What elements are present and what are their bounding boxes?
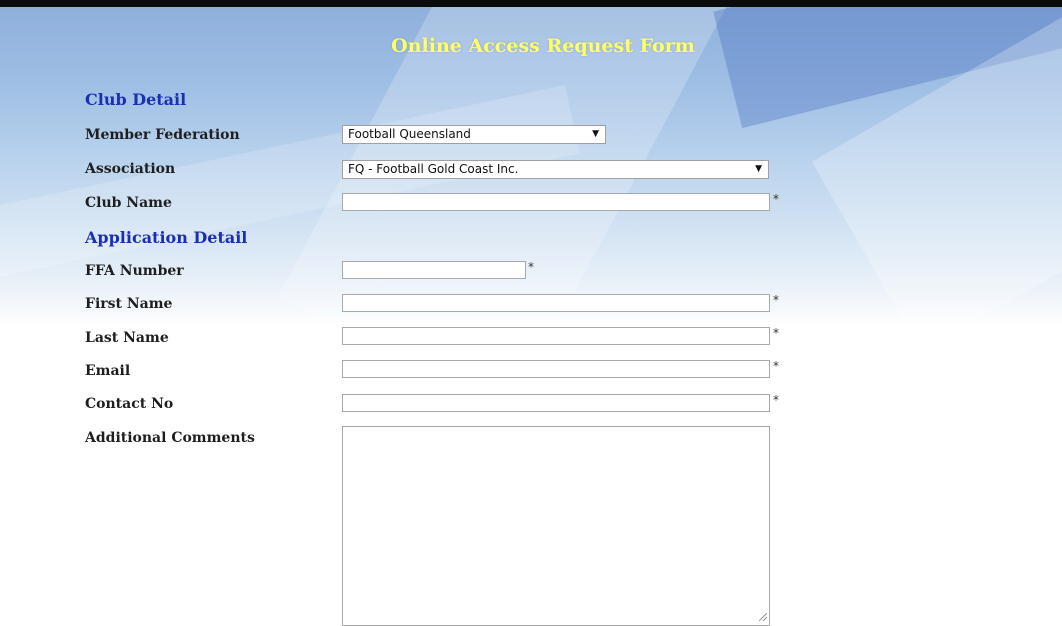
application-detail-heading: Application Detail <box>85 228 248 247</box>
association-label: Association <box>85 161 176 177</box>
member-federation-select[interactable]: Football Queensland ▼ <box>342 125 606 144</box>
association-value: FQ - Football Gold Coast Inc. <box>348 162 519 176</box>
additional-comments-label: Additional Comments <box>85 430 255 446</box>
club-name-label: Club Name <box>85 195 172 211</box>
required-marker: * <box>773 192 779 206</box>
member-federation-value: Football Queensland <box>348 127 471 141</box>
ffa-number-label: FFA Number <box>85 263 184 279</box>
association-select[interactable]: FQ - Football Gold Coast Inc. ▼ <box>342 160 769 179</box>
additional-comments-textarea[interactable] <box>342 426 770 626</box>
club-detail-heading: Club Detail <box>85 90 187 109</box>
contact-no-input[interactable] <box>342 394 770 412</box>
club-name-input[interactable] <box>342 193 770 211</box>
form-title: Online Access Request Form <box>391 35 695 57</box>
required-marker: * <box>528 260 534 274</box>
first-name-input[interactable] <box>342 294 770 312</box>
window-top-bar <box>0 0 1062 7</box>
email-input[interactable] <box>342 360 770 378</box>
member-federation-label: Member Federation <box>85 127 240 143</box>
email-label: Email <box>85 363 131 379</box>
required-marker: * <box>773 293 779 307</box>
contact-no-label: Contact No <box>85 396 174 412</box>
ffa-number-input[interactable] <box>342 261 526 279</box>
first-name-label: First Name <box>85 296 173 312</box>
last-name-input[interactable] <box>342 327 770 345</box>
resize-handle-icon[interactable] <box>759 613 767 621</box>
dropdown-arrow-icon: ▼ <box>592 129 599 139</box>
required-marker: * <box>773 359 779 373</box>
dropdown-arrow-icon: ▼ <box>755 164 762 174</box>
last-name-label: Last Name <box>85 330 169 346</box>
required-marker: * <box>773 326 779 340</box>
required-marker: * <box>773 393 779 407</box>
